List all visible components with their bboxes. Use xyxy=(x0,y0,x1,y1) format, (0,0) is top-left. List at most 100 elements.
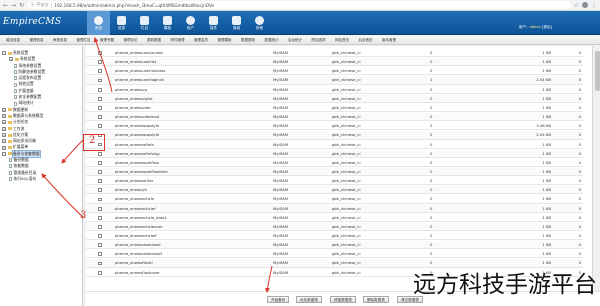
tab-templates[interactable]: 模板 xyxy=(156,11,179,35)
table-name-cell[interactable]: phome_enewsuserlistclass xyxy=(115,67,166,75)
collapse-icon[interactable]: − xyxy=(2,151,6,156)
expand-icon[interactable]: + xyxy=(2,133,6,137)
table-name-cell[interactable]: phome_enewsvote xyxy=(115,104,151,112)
row-checkbox[interactable] xyxy=(98,78,102,83)
optimize-table-button[interactable]: 优化数据表 xyxy=(296,296,322,303)
row-checkbox[interactable] xyxy=(98,243,102,248)
expand-icon[interactable]: + xyxy=(2,145,6,150)
back-icon[interactable]: ← xyxy=(3,0,8,11)
account-avatar[interactable] xyxy=(582,2,588,8)
submenu-item[interactable]: 管理信息 xyxy=(30,38,44,43)
row-checkbox[interactable] xyxy=(98,60,102,65)
submenu-item[interactable]: 管理模板 xyxy=(218,38,232,43)
collation-cell: gbk_chinese_ci xyxy=(332,260,361,266)
submenu-item[interactable]: 后台首页 xyxy=(359,38,373,43)
repair-table-button[interactable]: 修复数据表 xyxy=(330,296,356,303)
row-checkbox[interactable] xyxy=(98,270,102,275)
row-checkbox[interactable] xyxy=(98,225,102,229)
expand-icon[interactable]: + xyxy=(2,114,6,119)
address-bar[interactable]: ⓘ 不安全 | 192.168.5.98/e/admin/admin.php?e… xyxy=(27,1,571,9)
bookmark-star-icon[interactable]: ☆ xyxy=(574,2,579,9)
table-name-cell[interactable]: phome_enewsarticlef xyxy=(115,205,155,213)
submenu-item[interactable]: 数据统计 xyxy=(265,38,279,43)
row-checkbox[interactable] xyxy=(98,106,102,110)
row-checkbox[interactable] xyxy=(98,170,102,174)
table-name-cell[interactable]: phome_enewswapstyle xyxy=(115,131,159,139)
table-name-cell[interactable]: phome_enewsworkflow xyxy=(115,159,159,167)
table-name-cell[interactable]: phome_enewsflashf xyxy=(115,259,153,267)
row-checkbox[interactable] xyxy=(98,96,102,101)
start-backup-button[interactable]: 开始备份 xyxy=(267,296,290,303)
submenu-item[interactable]: 网站首页 xyxy=(335,38,349,43)
table-name-cell[interactable]: phome_enewsworkflowitem xyxy=(115,168,168,176)
table-name-cell[interactable]: phome_enewswapstyle xyxy=(115,122,159,130)
vertical-scrollbar[interactable] xyxy=(592,46,600,306)
forward-icon[interactable]: → xyxy=(11,0,16,11)
row-checkbox[interactable] xyxy=(98,87,102,92)
row-checkbox[interactable] xyxy=(98,69,102,74)
table-name-cell[interactable]: phome_enewsuserloginck xyxy=(115,76,164,84)
tab-other[interactable]: 其他 xyxy=(248,11,271,35)
submenu-item[interactable]: 管理评论 xyxy=(124,38,138,43)
tab-system[interactable]: 系统 xyxy=(87,11,110,35)
tab-shop[interactable]: 商城 xyxy=(225,11,248,35)
collapse-icon[interactable]: − xyxy=(2,51,6,56)
submenu-item[interactable]: 附加选项 xyxy=(312,38,326,43)
submenu-item[interactable]: 管理栏目 xyxy=(77,38,91,43)
table-name-cell[interactable]: phome_enewsflashover xyxy=(115,269,160,277)
row-checkbox[interactable] xyxy=(98,206,102,211)
submenu-item[interactable]: 更新数据 xyxy=(147,38,161,43)
url-text[interactable]: 192.168.5.98/e/admin/admin.php?ehash_l3m… xyxy=(54,3,214,8)
submenu-item[interactable]: 版本管理 xyxy=(382,38,396,43)
tab-columns[interactable]: 栏目 xyxy=(133,11,156,35)
expand-icon[interactable]: + xyxy=(2,107,6,112)
logout-link[interactable]: [退出] xyxy=(542,25,552,29)
reload-icon[interactable]: ↻ xyxy=(19,0,24,11)
collapse-icon[interactable]: − xyxy=(9,57,13,62)
kebab-menu-icon[interactable]: ⋮ xyxy=(591,2,597,9)
tab-users[interactable]: 用户 xyxy=(179,11,202,35)
row-checkbox[interactable] xyxy=(98,151,102,156)
row-checkbox[interactable] xyxy=(98,252,102,257)
submenu-item[interactable]: 后台统计 xyxy=(288,38,302,43)
tab-info[interactable]: 信息 xyxy=(110,11,133,35)
table-name-cell[interactable]: phome_enewsvg xyxy=(115,86,147,94)
table-name-cell[interactable]: phome_enewsarticle xyxy=(115,195,154,203)
expand-icon[interactable]: + xyxy=(2,139,6,144)
table-name-cell[interactable]: phome_enewsvglist xyxy=(115,95,152,103)
row-checkbox[interactable] xyxy=(98,179,102,184)
table-name-cell[interactable]: phome_enewsvotemod xyxy=(115,113,159,121)
table-name-cell[interactable]: phome_enewsdownloadf xyxy=(115,250,162,258)
submenu-item[interactable]: 管理专题 xyxy=(100,38,114,43)
submenu-item[interactable]: 审核信息 xyxy=(53,38,67,43)
table-name-cell[interactable]: phome_enewsyh xyxy=(115,186,147,194)
row-checkbox[interactable] xyxy=(98,124,102,129)
submenu-item[interactable]: 增加信息 xyxy=(6,38,20,43)
row-checkbox[interactable] xyxy=(98,160,102,165)
table-name-cell[interactable]: phome_enewsdownload xyxy=(115,241,161,249)
row-checkbox[interactable] xyxy=(98,197,102,202)
tab-plugins[interactable]: 插件 xyxy=(202,11,225,35)
expand-icon[interactable]: + xyxy=(2,120,6,125)
sidebar-tree-item[interactable]: 执行SQL语句 xyxy=(2,176,80,182)
row-checkbox[interactable] xyxy=(98,215,102,220)
table-name-cell[interactable]: phome_enewsarticleif xyxy=(115,232,157,240)
submenu-item[interactable]: 管理会员 xyxy=(194,38,208,43)
row-checkbox[interactable] xyxy=(98,115,102,120)
submenu-item[interactable]: 数据更新 xyxy=(241,38,255,43)
row-checkbox[interactable] xyxy=(98,188,102,193)
table-name-cell[interactable]: phome_enewswfinfolog xyxy=(115,150,160,158)
table-name-cell[interactable]: phome_enewsarticleover xyxy=(115,223,163,231)
row-checkbox[interactable] xyxy=(98,234,102,238)
table-name-cell[interactable]: phome_enewswriter xyxy=(115,177,153,185)
table-name-cell[interactable]: phome_enewsuserjsclass xyxy=(115,49,163,57)
expand-icon[interactable]: + xyxy=(2,126,6,131)
table-name-cell[interactable]: phome_enewswfinfo xyxy=(115,141,154,149)
delete-table-button[interactable]: 删除数据表 xyxy=(363,296,389,303)
row-checkbox[interactable] xyxy=(98,51,102,55)
row-checkbox[interactable] xyxy=(98,261,102,266)
table-name-cell[interactable]: phome_enewsarticle_data1 xyxy=(115,214,167,222)
scrollbar-thumb[interactable] xyxy=(594,51,600,91)
submenu-item[interactable]: 附件管理 xyxy=(171,38,185,43)
table-name-cell[interactable]: phome_enewsuserlist xyxy=(115,58,156,66)
